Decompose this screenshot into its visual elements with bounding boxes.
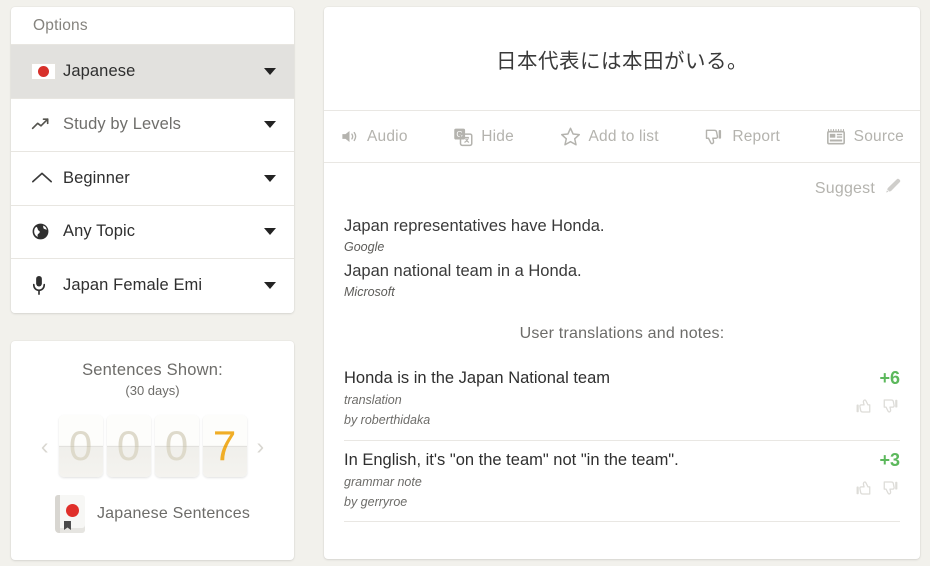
counter-prev-arrow[interactable]: ‹ bbox=[41, 434, 49, 458]
machine-translation-source: Google bbox=[344, 239, 385, 254]
add-to-list-button[interactable]: Add to list bbox=[560, 126, 659, 147]
options-header: Options bbox=[11, 7, 294, 45]
speaker-icon bbox=[340, 127, 359, 146]
toolbar-label: Source bbox=[853, 127, 904, 145]
sentence-panel: 日本代表には本田がいる。 Audio G Hide Add to list Re… bbox=[324, 7, 920, 559]
report-button[interactable]: Report bbox=[704, 127, 780, 147]
vote-buttons bbox=[826, 397, 900, 415]
counter-digit: 0 bbox=[154, 415, 199, 477]
counter-row: ‹ 0 0 0 7 › bbox=[11, 415, 294, 477]
toolbar-label: Add to list bbox=[588, 127, 659, 145]
machine-translation-text: Japan representatives have Honda. bbox=[344, 217, 605, 235]
user-translation-row: Honda is in the Japan National team tran… bbox=[344, 359, 900, 441]
suggest-button[interactable]: Suggest bbox=[324, 163, 920, 201]
user-translation-kind: grammar note bbox=[344, 474, 422, 489]
newspaper-icon bbox=[826, 127, 846, 147]
options-card: Options Japanese Study by Levels Beginne… bbox=[11, 7, 294, 313]
user-translation-votes: +6 bbox=[826, 368, 900, 415]
hide-button[interactable]: G Hide bbox=[453, 127, 514, 147]
chevron-down-icon[interactable] bbox=[264, 67, 276, 75]
user-translation-author: by gerryroe bbox=[344, 495, 408, 510]
user-translation-row: In English, it's "on the team" not "in t… bbox=[344, 441, 900, 523]
thumbs-down-icon[interactable] bbox=[882, 397, 900, 415]
thumbs-up-icon[interactable] bbox=[854, 397, 872, 415]
thumbs-down-icon bbox=[704, 127, 724, 147]
counter-digit: 0 bbox=[58, 415, 103, 477]
toolbar-label: Audio bbox=[367, 127, 408, 145]
sentence-box: 日本代表には本田がいる。 bbox=[324, 7, 920, 111]
microphone-icon bbox=[31, 275, 61, 296]
source-button[interactable]: Source bbox=[826, 127, 904, 147]
app-root: Options Japanese Study by Levels Beginne… bbox=[0, 0, 930, 566]
chevron-down-icon[interactable] bbox=[264, 174, 276, 182]
sidebar-item-topic[interactable]: Any Topic bbox=[11, 205, 294, 259]
user-translation-kind: translation bbox=[344, 393, 402, 408]
chevron-down-icon[interactable] bbox=[264, 282, 276, 290]
user-translation-author: by roberthidaka bbox=[344, 413, 431, 428]
vote-buttons bbox=[826, 479, 900, 497]
star-icon bbox=[560, 126, 581, 147]
user-translation-votes: +3 bbox=[826, 450, 900, 497]
chevron-up-icon bbox=[31, 169, 61, 187]
globe-icon bbox=[31, 222, 61, 241]
vote-score: +6 bbox=[879, 367, 900, 388]
sidebar-item-label: Study by Levels bbox=[63, 115, 181, 134]
thumbs-up-icon[interactable] bbox=[854, 479, 872, 497]
japan-flag-icon bbox=[31, 62, 61, 80]
toolbar-label: Report bbox=[732, 127, 781, 145]
pencil-icon bbox=[883, 177, 902, 201]
translate-icon: G bbox=[453, 127, 473, 147]
user-translation-body: Honda is in the Japan National team tran… bbox=[344, 368, 826, 430]
toolbar-label: Hide bbox=[481, 127, 514, 145]
machine-translations: Japan representatives have Honda. Google… bbox=[324, 201, 920, 299]
counter-subtitle: (30 days) bbox=[125, 383, 180, 398]
user-translations-list: Honda is in the Japan National team tran… bbox=[324, 351, 920, 540]
target-sentence: 日本代表には本田がいる。 bbox=[496, 49, 748, 73]
user-translation-body: In English, it's "on the team" not "in t… bbox=[344, 450, 826, 512]
suggest-label: Suggest bbox=[814, 180, 875, 197]
sidebar-item-label: Japan Female Emi bbox=[63, 276, 203, 295]
sentences-shown-card: Sentences Shown: (30 days) ‹ 0 0 0 7 › J… bbox=[11, 341, 294, 560]
counter-title: Sentences Shown: bbox=[82, 361, 223, 379]
machine-translation-text: Japan national team in a Honda. bbox=[344, 261, 582, 280]
counter-digit: 7 bbox=[202, 415, 247, 477]
counter-footer: Japanese Sentences bbox=[11, 495, 294, 533]
sentence-toolbar: Audio G Hide Add to list Report Source bbox=[324, 111, 920, 163]
vote-score: +3 bbox=[879, 449, 900, 470]
sidebar-item-label: Japanese bbox=[63, 61, 136, 80]
sidebar: Options Japanese Study by Levels Beginne… bbox=[11, 7, 294, 313]
japanese-book-icon bbox=[54, 495, 85, 533]
counter-digits: 0 0 0 7 bbox=[58, 415, 247, 477]
trending-up-icon bbox=[31, 115, 61, 135]
sidebar-item-study-mode[interactable]: Study by Levels bbox=[11, 98, 294, 152]
machine-translation-source: Microsoft bbox=[344, 284, 395, 299]
sidebar-item-label: Beginner bbox=[63, 168, 130, 187]
user-translations-heading: User translations and notes: bbox=[519, 324, 725, 342]
sidebar-item-language[interactable]: Japanese bbox=[11, 45, 294, 99]
sidebar-item-voice[interactable]: Japan Female Emi bbox=[11, 259, 294, 313]
chevron-down-icon[interactable] bbox=[264, 121, 276, 129]
sidebar-item-level[interactable]: Beginner bbox=[11, 152, 294, 206]
counter-digit: 0 bbox=[106, 415, 151, 477]
user-translation-text: In English, it's "on the team" not "in t… bbox=[344, 450, 679, 469]
chevron-down-icon[interactable] bbox=[264, 228, 276, 236]
sidebar-item-label: Any Topic bbox=[63, 222, 136, 241]
user-translation-text: Honda is in the Japan National team bbox=[344, 368, 610, 387]
thumbs-down-icon[interactable] bbox=[882, 479, 900, 497]
audio-button[interactable]: Audio bbox=[340, 127, 408, 146]
counter-footer-label: Japanese Sentences bbox=[96, 505, 251, 522]
counter-next-arrow[interactable]: › bbox=[257, 434, 265, 458]
